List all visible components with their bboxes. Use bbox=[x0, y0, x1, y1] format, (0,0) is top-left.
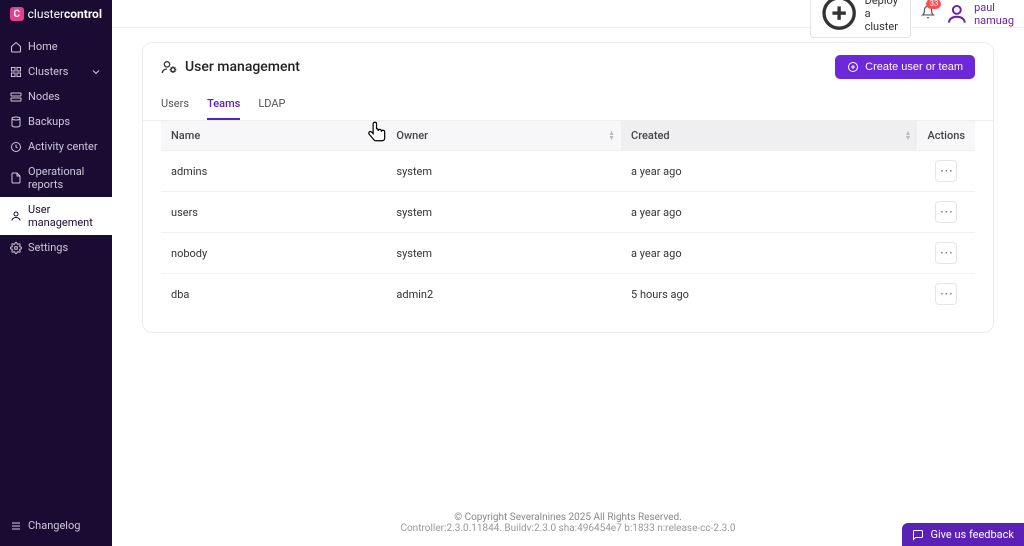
user-name: paul namuag bbox=[974, 1, 1014, 27]
clusters-icon bbox=[10, 66, 22, 78]
col-created[interactable]: Created ▲▼ bbox=[621, 121, 917, 151]
sidebar-item-clusters[interactable]: Clusters bbox=[0, 59, 112, 84]
footer-build: Controller:2.3.0.11844. Buildv:2.3.0 sha… bbox=[142, 523, 994, 534]
sidebar-item-label: Home bbox=[28, 40, 58, 53]
cell-name: admins bbox=[161, 151, 386, 192]
col-name[interactable]: Name ▲▼ bbox=[161, 121, 386, 151]
activity-icon bbox=[10, 141, 22, 153]
sidebar-item-user-management[interactable]: User management bbox=[0, 197, 112, 235]
sidebar-item-label: Activity center bbox=[28, 140, 98, 153]
sidebar-item-activity[interactable]: Activity center bbox=[0, 134, 112, 159]
sidebar-item-backups[interactable]: Backups bbox=[0, 109, 112, 134]
sidebar-item-label: Operational reports bbox=[28, 165, 102, 191]
tabs: Users Teams LDAP bbox=[143, 79, 993, 121]
footer: © Copyright Severalnines 2025 All Rights… bbox=[142, 502, 994, 546]
table-row: nobodysystema year ago ⋯ bbox=[161, 233, 975, 274]
brand-name: clustercontrol bbox=[28, 7, 102, 21]
sidebar-item-reports[interactable]: Operational reports bbox=[0, 159, 112, 197]
sidebar-item-changelog[interactable]: Changelog bbox=[10, 513, 102, 538]
plus-circle-icon bbox=[847, 61, 859, 73]
cell-name: nobody bbox=[161, 233, 386, 274]
tab-users[interactable]: Users bbox=[161, 97, 189, 120]
sidebar-item-label: User management bbox=[28, 203, 102, 229]
chevron-down-icon bbox=[90, 66, 102, 78]
sidebar-nav: Home Clusters Nodes Backups Activity cen… bbox=[0, 28, 112, 505]
brand-logo[interactable]: C clustercontrol bbox=[0, 0, 112, 28]
tab-ldap[interactable]: LDAP bbox=[258, 97, 285, 120]
row-actions-button[interactable]: ⋯ bbox=[935, 283, 957, 305]
cell-owner: system bbox=[386, 192, 621, 233]
list-icon bbox=[10, 520, 22, 532]
sidebar-item-label: Nodes bbox=[28, 90, 60, 103]
sidebar-item-label: Backups bbox=[28, 115, 70, 128]
create-button-label: Create user or team bbox=[865, 61, 963, 73]
notification-count: 33 bbox=[926, 0, 941, 9]
sort-icon: ▲▼ bbox=[373, 131, 380, 141]
cell-name: dba bbox=[161, 274, 386, 315]
user-icon bbox=[945, 2, 969, 26]
sidebar-item-label: Changelog bbox=[28, 519, 80, 532]
col-actions: Actions bbox=[917, 121, 975, 151]
sidebar-item-home[interactable]: Home bbox=[0, 34, 112, 59]
sort-icon: ▲▼ bbox=[608, 131, 615, 141]
cell-owner: admin2 bbox=[386, 274, 621, 315]
topbar: Deploy a cluster 33 paul namuag bbox=[112, 0, 1024, 28]
col-owner[interactable]: Owner ▲▼ bbox=[386, 121, 621, 151]
sort-icon: ▲▼ bbox=[905, 131, 912, 141]
brand-mark: C bbox=[10, 7, 24, 21]
cell-created: a year ago bbox=[621, 151, 917, 192]
feedback-button[interactable]: Give us feedback bbox=[902, 523, 1024, 546]
cell-created: 5 hours ago bbox=[621, 274, 917, 315]
notifications-button[interactable]: 33 bbox=[921, 5, 935, 22]
row-actions-button[interactable]: ⋯ bbox=[935, 242, 957, 264]
sidebar-item-settings[interactable]: Settings bbox=[0, 235, 112, 260]
feedback-label: Give us feedback bbox=[930, 528, 1014, 541]
backups-icon bbox=[10, 116, 22, 128]
table-row: dbaadmin25 hours ago ⋯ bbox=[161, 274, 975, 315]
chat-icon bbox=[912, 529, 924, 541]
user-management-card: User management Create user or team User… bbox=[142, 42, 994, 333]
cell-owner: system bbox=[386, 233, 621, 274]
cell-owner: system bbox=[386, 151, 621, 192]
cell-created: a year ago bbox=[621, 192, 917, 233]
page-title: User management bbox=[161, 59, 300, 75]
user-management-icon bbox=[10, 210, 22, 222]
cell-created: a year ago bbox=[621, 233, 917, 274]
create-user-team-button[interactable]: Create user or team bbox=[835, 55, 975, 79]
row-actions-button[interactable]: ⋯ bbox=[935, 160, 957, 182]
content-area: User management Create user or team User… bbox=[112, 28, 1024, 546]
nodes-icon bbox=[10, 91, 22, 103]
sidebar-item-label: Clusters bbox=[28, 65, 68, 78]
table-row: adminssystema year ago ⋯ bbox=[161, 151, 975, 192]
teams-table: Name ▲▼ Owner ▲▼ Created ▲▼ bbox=[161, 121, 975, 314]
user-menu[interactable]: paul namuag bbox=[945, 1, 1014, 27]
home-icon bbox=[10, 41, 22, 53]
cell-name: users bbox=[161, 192, 386, 233]
sidebar: C clustercontrol Home Clusters Nodes Bac… bbox=[0, 0, 112, 546]
reports-icon bbox=[10, 172, 22, 184]
user-cog-icon bbox=[161, 59, 177, 75]
row-actions-button[interactable]: ⋯ bbox=[935, 201, 957, 223]
footer-copyright: © Copyright Severalnines 2025 All Rights… bbox=[142, 512, 994, 523]
gear-icon bbox=[10, 242, 22, 254]
sidebar-item-nodes[interactable]: Nodes bbox=[0, 84, 112, 109]
sidebar-item-label: Settings bbox=[28, 241, 68, 254]
tab-teams[interactable]: Teams bbox=[207, 97, 240, 120]
table-row: userssystema year ago ⋯ bbox=[161, 192, 975, 233]
